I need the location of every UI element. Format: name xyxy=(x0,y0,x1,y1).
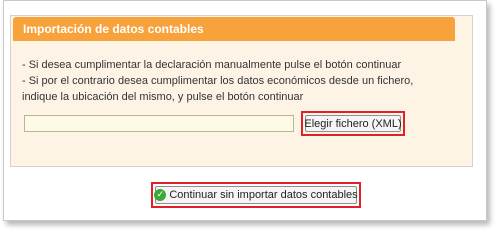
instruction-file-continued: indique la ubicación del mismo, y pulse … xyxy=(22,91,304,103)
continue-button[interactable]: ✓ Continuar sin importar datos contables xyxy=(154,186,358,204)
file-path-input[interactable] xyxy=(24,115,294,132)
instruction-file: - Si por el contrario desea cumplimentar… xyxy=(22,75,414,87)
check-circle-icon: ✓ xyxy=(154,189,167,201)
continue-label: Continuar sin importar datos contables xyxy=(169,189,358,201)
choose-file-label: Elegir fichero (XML) xyxy=(304,117,402,130)
choose-file-button[interactable]: Elegir fichero (XML) xyxy=(304,115,402,132)
panel-title: Importación de datos contables xyxy=(13,17,455,41)
instruction-manual: - Si desea cumplimentar la declaración m… xyxy=(22,59,402,71)
